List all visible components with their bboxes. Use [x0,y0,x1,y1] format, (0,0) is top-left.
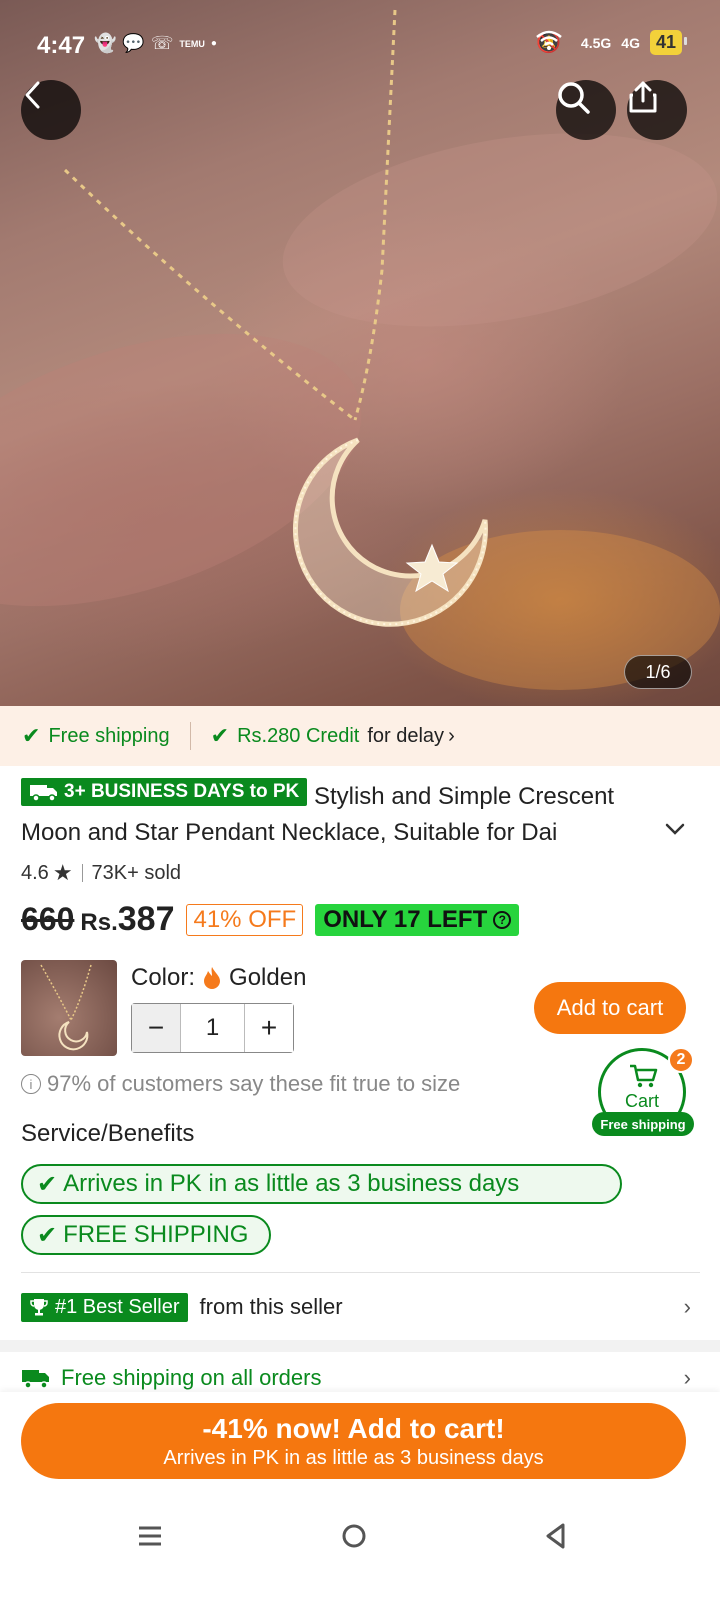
info-icon: i [21,1074,41,1094]
seller-text: from this seller [199,1294,343,1319]
rating-row[interactable]: 4.6 ★ 73K+ sold [21,860,181,886]
cart-count-badge: 2 [668,1047,694,1073]
decrease-quantity-button[interactable]: − [132,1004,180,1052]
chevron-down-icon [665,823,685,835]
chevron-left-icon [25,81,40,109]
image-page-counter: 1/6 [624,655,692,689]
delivery-days-badge: 3+ BUSINESS DAYS to PK [21,778,308,806]
stock-badge[interactable]: ONLY 17 LEFT ? [315,903,520,936]
product-image[interactable]: 4:47 👻 💬 ☏ TEMU ● 🔕 4.5G 4G 41 1/6 [0,0,720,720]
variant-thumbnail[interactable] [21,960,117,1056]
whatsapp-icon: ☏ [150,33,174,53]
snapchat-icon: 👻 [94,33,117,53]
signal-4g-icon: 4G [621,34,640,51]
fire-icon [204,967,221,989]
currency-label: Rs. [80,908,118,936]
product-title[interactable]: 3+ BUSINESS DAYS to PK Stylish and Simpl… [21,778,661,851]
cart-free-shipping-badge: Free shipping [592,1112,694,1136]
divider [189,722,191,750]
share-button[interactable] [627,80,687,140]
home-button[interactable] [334,1516,374,1556]
battery-icon: 41 [649,30,688,55]
shipping-strip[interactable]: ✔ Free shipping ✔ Rs.280 Credit for dela… [0,706,720,766]
best-seller-row[interactable]: #1 Best Seller from this seller › [21,1290,691,1324]
status-notification-icons: 👻 💬 ☏ TEMU ● [94,33,217,54]
fit-note: i 97% of customers say these fit true to… [21,1071,460,1097]
fit-note-text: 97% of customers say these fit true to s… [47,1071,461,1096]
star-icon: ★ [52,860,73,885]
truck-icon [22,1370,49,1389]
color-value: Golden [229,964,307,991]
discount-badge: 41% OFF [186,903,304,936]
service-pill-delivery: ✔ Arrives in PK in as little as 3 busine… [21,1164,622,1204]
credit-label: Rs.280 Credit [237,724,360,747]
credit-suffix: for delay [367,724,445,747]
back-button[interactable] [21,80,81,140]
add-to-cart-cta-button[interactable]: -41% now! Add to cart! Arrives in PK in … [21,1403,686,1479]
best-seller-badge: #1 Best Seller [21,1292,188,1322]
help-icon: ? [493,910,512,929]
home-circle-icon [342,1524,366,1548]
quantity-stepper[interactable]: − 1 + [131,1003,294,1053]
share-icon [629,81,657,113]
cart-icon [630,1064,658,1088]
service-pill-free-shipping: ✔ FREE SHIPPING [21,1215,271,1255]
sale-price: 387 [117,900,175,938]
recent-apps-button[interactable] [130,1516,170,1556]
check-icon: ✔ [37,1221,58,1249]
free-shipping-label: Free shipping [48,724,170,747]
free-shipping-all-orders-row[interactable]: Free shipping on all orders › [21,1362,691,1394]
temu-icon: TEMU [179,38,205,49]
system-back-button[interactable] [536,1516,576,1556]
trophy-icon [30,1299,48,1316]
color-label: Color: [131,964,196,991]
chevron-right-icon: › [683,1365,691,1390]
status-time: 4:47 [37,32,86,59]
cta-main-text: -41% now! Add to cart! [202,1412,505,1444]
status-system-icons: 🔕 4.5G 4G 41 [536,30,688,55]
menu-icon [139,1526,161,1546]
title-fade [591,814,661,850]
price-row: 660 Rs. 387 41% OFF ONLY 17 LEFT ? [21,900,520,939]
section-separator [0,1340,720,1352]
search-button[interactable] [556,80,616,140]
best-seller-text: #1 Best Seller [55,1295,180,1318]
service-pill-text: Arrives in PK in as little as 3 business… [63,1170,520,1197]
cta-sub-text: Arrives in PK in as little as 3 business… [163,1446,544,1469]
color-selector[interactable]: Color: Golden [131,964,306,992]
rating-value: 4.6 [21,861,49,884]
expand-title-button[interactable] [664,816,686,842]
dot-icon: ● [210,38,217,49]
original-price: 660 [21,901,75,937]
free-shipping-all-text: Free shipping on all orders [61,1365,322,1390]
check-icon: ✔ [37,1170,58,1198]
chevron-right-icon: › [448,724,455,747]
increase-quantity-button[interactable]: + [245,1004,293,1052]
divider [81,864,83,882]
sold-count: 73K+ sold [91,861,182,884]
truck-icon [30,785,57,802]
check-icon: ✔ [210,723,230,748]
search-icon [558,82,590,114]
divider [21,1272,700,1273]
status-bar: 4:47 👻 💬 ☏ TEMU ● 🔕 4.5G 4G 41 [0,0,720,92]
service-benefits-title: Service/Benefits [21,1120,195,1147]
triangle-back-icon [546,1523,565,1549]
chevron-right-icon: › [683,1294,691,1319]
stock-text: ONLY 17 LEFT [323,905,488,933]
quantity-value[interactable]: 1 [180,1004,245,1052]
add-to-cart-button[interactable]: Add to cart [534,982,686,1034]
cart-label: Cart [624,1091,659,1111]
service-pill-text: FREE SHIPPING [63,1221,249,1248]
delivery-days-text: 3+ BUSINESS DAYS to PK [64,781,300,802]
check-icon: ✔ [22,723,41,748]
signal-4.5g-icon: 4.5G [580,34,612,51]
chat-bubble-icon: 💬 [122,33,145,53]
